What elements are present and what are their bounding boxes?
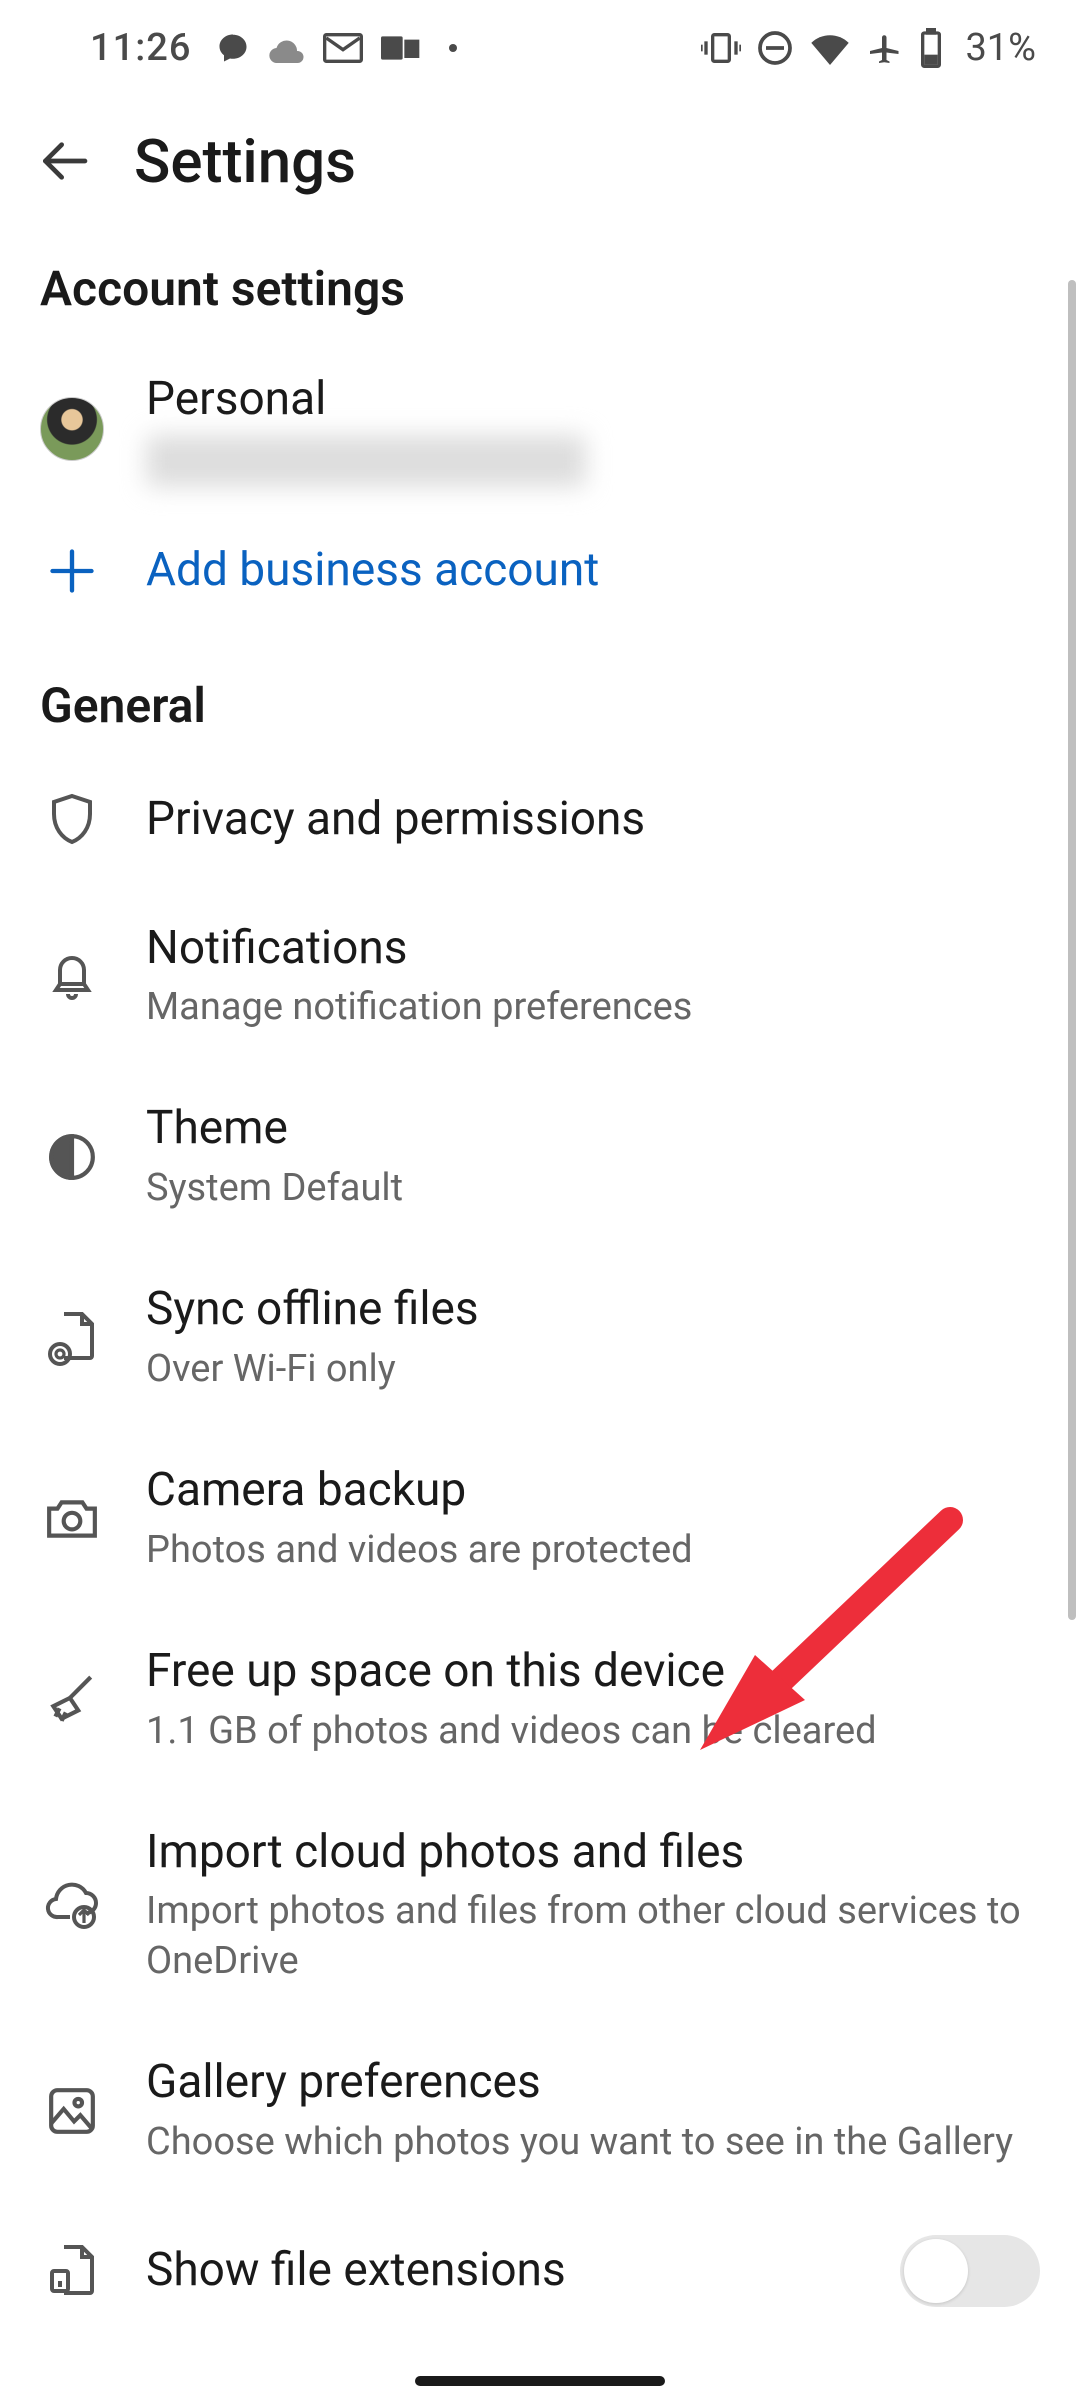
notifications-label: Notifications	[146, 920, 1040, 978]
notifications-sub: Manage notification preferences	[146, 983, 1040, 1032]
chat-bubble-icon	[215, 30, 251, 66]
wifi-icon	[809, 31, 851, 65]
more-dot-icon	[449, 44, 457, 52]
battery-icon	[919, 28, 943, 68]
show-file-extensions-label: Show file extensions	[146, 2242, 858, 2300]
add-business-account-row[interactable]: Add business account	[0, 521, 1080, 643]
battery-percent: 31%	[965, 26, 1036, 70]
image-icon	[47, 2086, 97, 2136]
do-not-disturb-icon	[757, 30, 793, 66]
status-system-icons: 31%	[701, 26, 1036, 70]
sync-row[interactable]: Sync offline files Over Wi-Fi only	[0, 1247, 1080, 1428]
theme-label: Theme	[146, 1100, 1040, 1158]
camera-backup-label: Camera backup	[146, 1462, 1040, 1520]
shield-icon	[47, 792, 97, 848]
back-button[interactable]	[36, 133, 92, 189]
file-sync-icon	[47, 1310, 97, 1366]
back-arrow-icon	[36, 133, 92, 189]
app-bar: Settings	[0, 96, 1080, 226]
scroll-indicator	[1068, 280, 1076, 1620]
gallery-preferences-row[interactable]: Gallery preferences Choose which photos …	[0, 2020, 1080, 2201]
toggle-knob	[904, 2239, 968, 2303]
camera-icon	[45, 1496, 99, 1542]
section-header-general: General	[0, 643, 1080, 754]
gallery-preferences-label: Gallery preferences	[146, 2054, 1040, 2112]
free-up-space-sub: 1.1 GB of photos and videos can be clear…	[146, 1707, 1040, 1756]
plus-icon	[46, 545, 98, 597]
mail-icon	[323, 32, 363, 64]
status-bar: 11:26 31%	[0, 0, 1080, 96]
import-cloud-label: Import cloud photos and files	[146, 1824, 1040, 1882]
status-time: 11:26	[90, 26, 191, 70]
vibrate-icon	[701, 31, 741, 65]
camera-backup-sub: Photos and videos are protected	[146, 1526, 1040, 1575]
gesture-nav-pill[interactable]	[415, 2376, 665, 2386]
page-title: Settings	[134, 126, 356, 197]
airplane-icon	[867, 30, 903, 66]
account-email-redacted	[146, 435, 586, 487]
broom-icon	[45, 1673, 99, 1727]
sync-sub: Over Wi-Fi only	[146, 1345, 1040, 1394]
theme-sub: System Default	[146, 1164, 1040, 1213]
import-cloud-sub: Import photos and files from other cloud…	[146, 1887, 1040, 1986]
show-file-extensions-row[interactable]: Show file extensions	[0, 2201, 1080, 2341]
gallery-preferences-sub: Choose which photos you want to see in t…	[146, 2118, 1040, 2167]
account-personal-row[interactable]: Personal	[0, 337, 1080, 521]
cloud-icon	[269, 33, 305, 63]
half-circle-icon	[47, 1132, 97, 1182]
bell-icon	[47, 948, 97, 1004]
import-cloud-row[interactable]: Import cloud photos and files Import pho…	[0, 1790, 1080, 2020]
privacy-row[interactable]: Privacy and permissions	[0, 754, 1080, 886]
cloud-upload-icon	[44, 1881, 100, 1929]
free-up-space-label: Free up space on this device	[146, 1643, 1040, 1701]
avatar	[40, 397, 104, 461]
theme-row[interactable]: Theme System Default	[0, 1066, 1080, 1247]
status-notification-icons	[215, 30, 457, 66]
sync-label: Sync offline files	[146, 1281, 1040, 1339]
section-header-account: Account settings	[0, 226, 1080, 337]
notifications-row[interactable]: Notifications Manage notification prefer…	[0, 886, 1080, 1067]
file-info-icon	[47, 2243, 97, 2299]
outlook-icon	[381, 31, 421, 65]
account-personal-label: Personal	[146, 371, 1040, 429]
show-file-extensions-toggle[interactable]	[900, 2235, 1040, 2307]
free-up-space-row[interactable]: Free up space on this device 1.1 GB of p…	[0, 1609, 1080, 1790]
privacy-label: Privacy and permissions	[146, 791, 1040, 849]
camera-backup-row[interactable]: Camera backup Photos and videos are prot…	[0, 1428, 1080, 1609]
add-business-account-label: Add business account	[146, 542, 1040, 600]
